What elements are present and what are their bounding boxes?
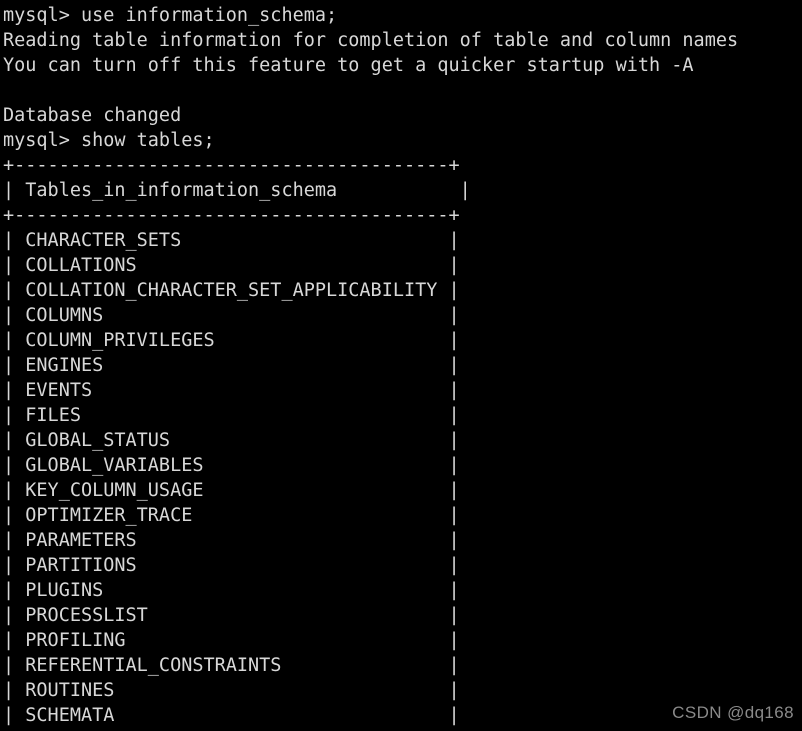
terminal-line: | GLOBAL_STATUS | [3, 430, 460, 451]
terminal-line: | PROFILING | [3, 630, 460, 651]
terminal-line: +---------------------------------------… [3, 155, 460, 176]
terminal-output: mysql> use information_schema; Reading ta… [3, 3, 802, 728]
terminal-line: | KEY_COLUMN_USAGE | [3, 480, 460, 501]
terminal-line: | COLUMN_PRIVILEGES | [3, 330, 460, 351]
terminal-line: | PARAMETERS | [3, 530, 460, 551]
terminal-line: mysql> use information_schema; [3, 5, 338, 26]
terminal-line: +---------------------------------------… [3, 205, 460, 226]
terminal-screen[interactable]: mysql> use information_schema; Reading ta… [0, 0, 802, 731]
terminal-line: | COLLATION_CHARACTER_SET_APPLICABILITY … [3, 280, 460, 301]
terminal-line: | REFERENTIAL_CONSTRAINTS | [3, 655, 460, 676]
terminal-line: | COLLATIONS | [3, 255, 460, 276]
terminal-line: | COLUMNS | [3, 305, 460, 326]
terminal-line: | EVENTS | [3, 380, 460, 401]
terminal-line: mysql> show tables; [3, 130, 215, 151]
terminal-line: | PROCESSLIST | [3, 605, 460, 626]
terminal-line: | SCHEMATA | [3, 705, 460, 726]
terminal-line: | ROUTINES | [3, 680, 460, 701]
terminal-line: | CHARACTER_SETS | [3, 230, 460, 251]
terminal-line: | FILES | [3, 405, 460, 426]
terminal-line: Reading table information for completion… [3, 30, 739, 51]
terminal-line: | GLOBAL_VARIABLES | [3, 455, 460, 476]
terminal-line: | ENGINES | [3, 355, 460, 376]
terminal-line: | Tables_in_information_schema | [3, 180, 471, 201]
terminal-line: You can turn off this feature to get a q… [3, 55, 694, 76]
terminal-line: | OPTIMIZER_TRACE | [3, 505, 460, 526]
terminal-line: | PARTITIONS | [3, 555, 460, 576]
terminal-line: | PLUGINS | [3, 580, 460, 601]
terminal-line: Database changed [3, 105, 182, 126]
